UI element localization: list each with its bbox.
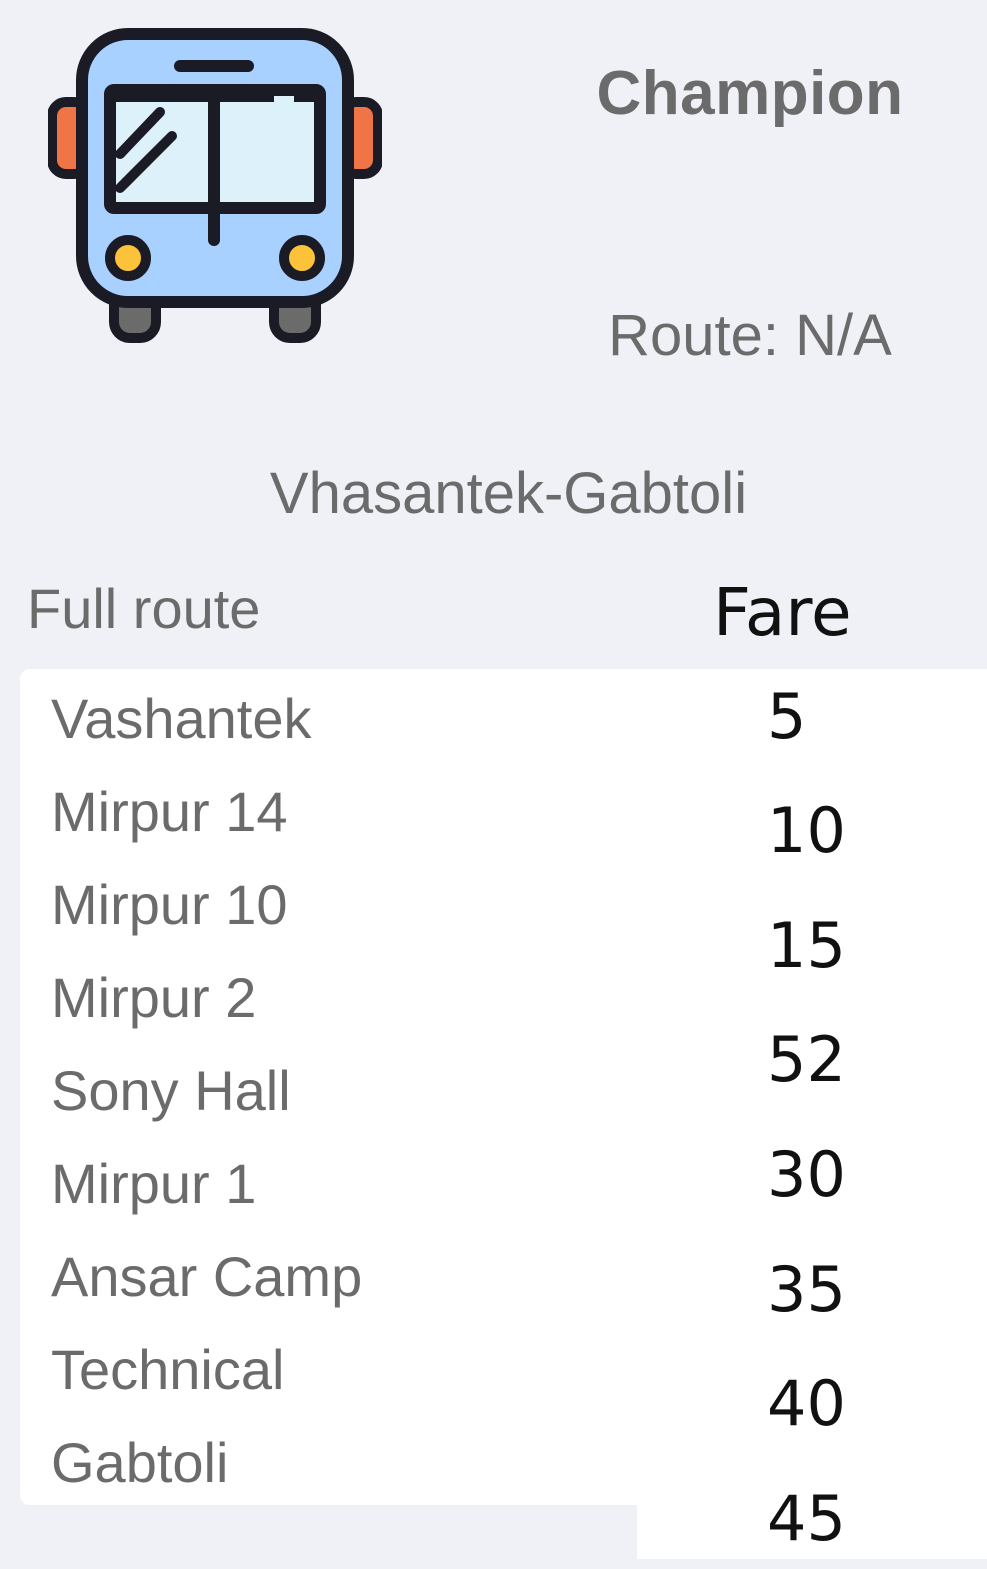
full-route-header: Full route: [27, 577, 261, 640]
stop-item: Mirpur 10: [51, 873, 288, 936]
route-title: Vhasantek-Gabtoli: [269, 461, 748, 526]
fare-header: Fare: [713, 574, 852, 651]
stop-item: Mirpur 2: [51, 966, 257, 1029]
fare-item: 40: [767, 1367, 846, 1440]
stop-item: Sony Hall: [51, 1059, 291, 1122]
fare-item: 15: [767, 909, 846, 982]
fare-item: 5: [767, 680, 807, 753]
route-code: Route: N/A: [608, 303, 892, 368]
bus-name: Champion: [596, 59, 904, 128]
stop-item: Mirpur 14: [51, 780, 288, 843]
stop-item: Mirpur 1: [51, 1152, 257, 1215]
stop-item: Vashantek: [51, 687, 312, 750]
fare-item: 10: [767, 794, 846, 867]
fare-item: 30: [767, 1138, 846, 1211]
stop-item: Gabtoli: [51, 1431, 229, 1494]
bus-front-icon: [48, 28, 382, 343]
fare-item: 45: [767, 1482, 846, 1555]
stop-item: Technical: [51, 1338, 285, 1401]
fare-item: 52: [767, 1023, 846, 1096]
stop-item: Ansar Camp: [51, 1245, 363, 1308]
fare-item: 35: [767, 1253, 846, 1326]
